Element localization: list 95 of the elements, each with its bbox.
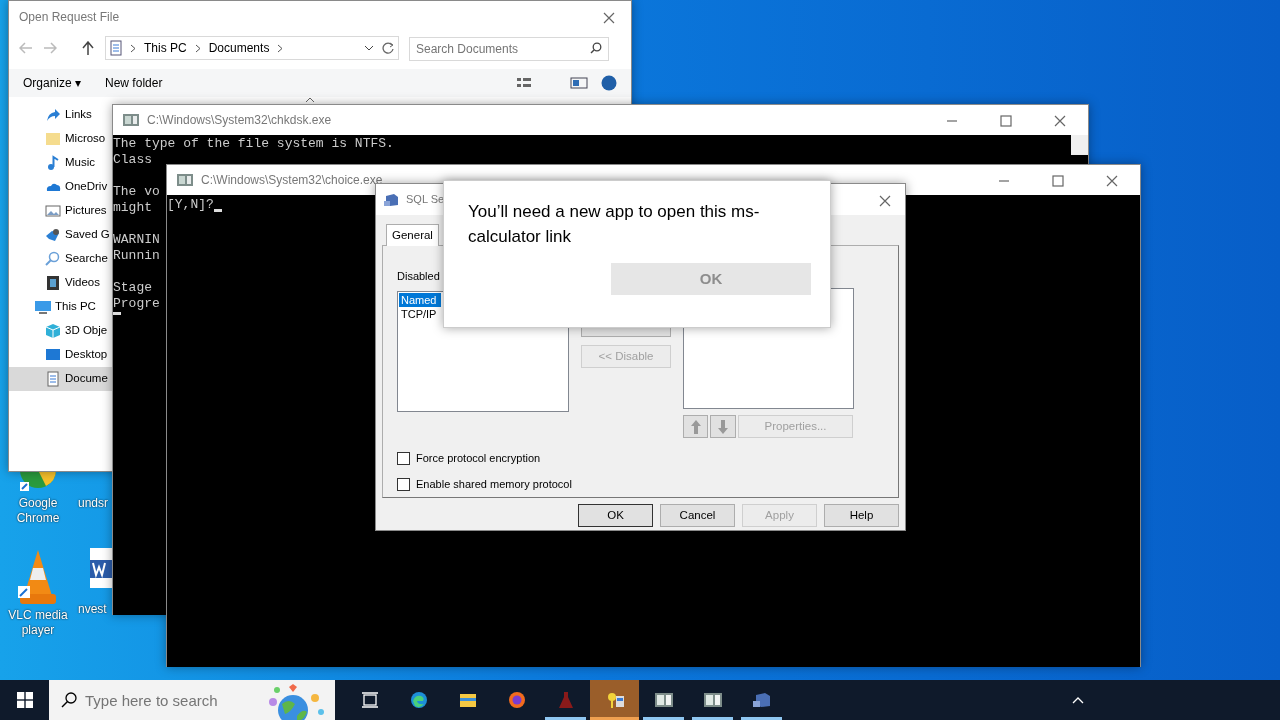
window-title: Open Request File bbox=[19, 9, 120, 26]
nav-item[interactable]: Links bbox=[9, 103, 112, 127]
window-title: SQL Se bbox=[406, 192, 445, 208]
close-icon bbox=[879, 194, 891, 207]
checkbox-label: Enable shared memory protocol bbox=[416, 476, 572, 492]
close-icon bbox=[1106, 175, 1118, 188]
chevron-icon bbox=[277, 43, 284, 53]
view-options-icon[interactable] bbox=[517, 75, 617, 91]
nav-item[interactable]: Microso bbox=[9, 127, 112, 151]
keys-icon bbox=[605, 691, 624, 709]
nav-item[interactable]: OneDriv bbox=[9, 175, 112, 199]
window-title: C:\Windows\System32\choice.exe bbox=[201, 172, 383, 189]
text-cursor bbox=[213, 209, 222, 212]
film-icon bbox=[45, 275, 61, 291]
tab[interactable]: General bbox=[386, 224, 439, 247]
flask-icon bbox=[556, 691, 575, 709]
list-item[interactable]: TCP/IP bbox=[399, 306, 441, 321]
scrollbar bbox=[1071, 135, 1088, 155]
folder-icon bbox=[458, 691, 477, 709]
console-window-icon bbox=[703, 691, 722, 709]
refresh-icon[interactable] bbox=[382, 42, 394, 54]
breadcrumb-item[interactable]: This PC bbox=[144, 39, 187, 57]
nav-item[interactable]: This PC bbox=[9, 295, 112, 319]
console-line: might bbox=[113, 200, 152, 216]
close-icon bbox=[603, 12, 615, 25]
console-window-icon bbox=[654, 691, 673, 709]
chevron-icon bbox=[130, 43, 136, 53]
nav-item[interactable]: Docume bbox=[9, 367, 112, 391]
monitor-icon bbox=[45, 347, 61, 363]
console-line: The type of the file system is NTFS. bbox=[113, 136, 394, 152]
picture-icon bbox=[45, 203, 61, 219]
chevron-icon bbox=[194, 43, 201, 53]
toolbar-button[interactable]: Organize ▾ bbox=[23, 74, 82, 92]
taskbar-search-field[interactable]: Type here to search bbox=[49, 680, 335, 720]
window-title: C:\Windows\System32\chkdsk.exe bbox=[147, 112, 332, 129]
nav-item[interactable]: Pictures bbox=[9, 199, 112, 223]
nav-item[interactable]: Saved G bbox=[9, 223, 112, 247]
down-arrow-icon bbox=[717, 418, 729, 435]
icon-label: nvest bbox=[78, 602, 107, 617]
up-arrow-icon[interactable] bbox=[81, 41, 95, 55]
icon-label: undsr bbox=[78, 496, 109, 511]
search-field[interactable]: Search Documents bbox=[409, 37, 609, 61]
console-line: WARNIN bbox=[113, 232, 160, 248]
checkbox-label: Force protocol encryption bbox=[416, 451, 541, 467]
magnifier-icon bbox=[45, 251, 61, 267]
nav-item[interactable]: Videos bbox=[9, 271, 112, 295]
link-arrow-icon bbox=[45, 107, 61, 123]
windows-logo-icon bbox=[16, 692, 33, 708]
task-view-icon bbox=[360, 691, 379, 709]
toolbar-button[interactable]: New folder bbox=[105, 74, 163, 92]
console-line: Stage bbox=[113, 280, 152, 296]
browser-icon bbox=[409, 691, 428, 709]
music-note-icon bbox=[45, 155, 61, 171]
console-line: Runnin bbox=[113, 248, 160, 264]
server-icon bbox=[384, 192, 400, 207]
checkbox[interactable] bbox=[397, 452, 410, 465]
document-icon bbox=[110, 40, 122, 56]
checkbox[interactable] bbox=[397, 477, 410, 491]
address-bar[interactable]: This PC Documents bbox=[105, 36, 399, 60]
nav-item[interactable]: Music bbox=[9, 151, 112, 175]
close-icon bbox=[1054, 115, 1066, 128]
server-icon bbox=[752, 691, 771, 709]
icon-label: VLC media player bbox=[7, 608, 69, 638]
nav-item[interactable]: Desktop bbox=[9, 343, 112, 367]
list-label: Disabled bbox=[397, 269, 441, 285]
document-icon bbox=[45, 371, 61, 387]
dialog-button[interactable]: OK bbox=[578, 504, 653, 528]
popup-message: You’ll need a new app to open this ms-calculator link bbox=[468, 201, 761, 248]
search-icon bbox=[590, 42, 602, 54]
dialog-button[interactable]: Cancel bbox=[660, 504, 735, 528]
console-line: Class bbox=[113, 152, 152, 168]
cube-icon bbox=[45, 323, 61, 339]
sort-caret-icon[interactable] bbox=[305, 97, 315, 103]
search-icon bbox=[61, 692, 77, 708]
browser-icon bbox=[507, 691, 526, 709]
maximize-icon bbox=[1000, 115, 1012, 128]
console-line: Progre bbox=[113, 296, 160, 312]
dialog-button[interactable]: Help bbox=[824, 504, 899, 528]
console-window-icon bbox=[177, 173, 193, 187]
list-item[interactable]: Named bbox=[399, 292, 441, 307]
nav-item[interactable]: 3D Obje bbox=[9, 319, 112, 343]
console-prompt: [Y,N]? bbox=[167, 197, 214, 213]
nav-item[interactable]: Searche bbox=[9, 247, 112, 271]
dropdown-caret-icon[interactable] bbox=[364, 45, 374, 51]
breadcrumb-item[interactable]: Documents bbox=[208, 39, 270, 57]
puzzle-icon bbox=[45, 227, 61, 243]
monitor-icon bbox=[35, 299, 51, 315]
icon-label: Google Chrome bbox=[15, 496, 61, 526]
console-window-icon bbox=[123, 113, 139, 127]
text-cursor bbox=[113, 312, 121, 315]
maximize-icon bbox=[1052, 175, 1064, 188]
chevron-up-icon[interactable] bbox=[1072, 696, 1084, 704]
up-arrow-icon bbox=[689, 418, 702, 435]
console-line: The vo bbox=[113, 184, 160, 200]
folder-icon bbox=[45, 131, 61, 147]
